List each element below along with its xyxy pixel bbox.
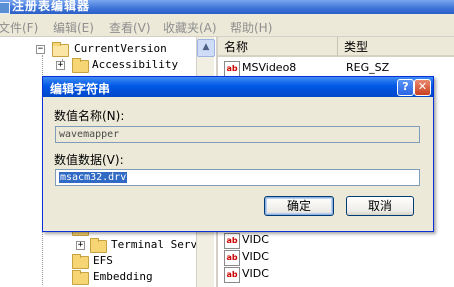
value-type: REG_SZ — [346, 61, 390, 74]
value-name-field: wavemapper — [55, 126, 420, 143]
tree-item-label: Accessibility — [92, 58, 179, 71]
tree-item-label: Embedding — [93, 270, 153, 283]
selected-value-text: msacm32.drv — [59, 172, 128, 183]
value-name: VIDC — [242, 233, 269, 246]
menu-help[interactable]: 帮助(H) — [230, 19, 272, 36]
string-value-icon: ab — [224, 233, 240, 249]
collapse-icon[interactable]: − — [36, 45, 45, 54]
tree-item-label: CurrentVersion — [74, 42, 167, 55]
menu-edit[interactable]: 编辑(E) — [53, 19, 94, 36]
value-data-label: 数值数据(V): — [54, 153, 124, 167]
value-name: MSVideo8 — [242, 61, 297, 74]
folder-icon — [72, 58, 89, 73]
string-value-icon: ab — [224, 61, 240, 77]
help-icon[interactable]: ? — [397, 79, 414, 96]
value-name: VIDC — [242, 267, 269, 280]
dialog-title: 编辑字符串 — [50, 82, 111, 96]
string-value-icon: ab — [224, 250, 240, 266]
ok-button[interactable]: 确定 — [264, 196, 334, 216]
folder-icon — [90, 238, 107, 253]
menu-favorites[interactable]: 收藏夹(A) — [163, 19, 217, 36]
column-header-name[interactable]: 名称 — [218, 37, 338, 57]
expand-icon[interactable]: + — [56, 61, 65, 70]
value-name: VIDC — [242, 250, 269, 263]
folder-icon — [72, 270, 89, 285]
menu-view[interactable]: 查看(V) — [109, 19, 151, 36]
registry-app-icon — [0, 2, 10, 14]
cancel-button[interactable]: 取消 — [346, 196, 414, 216]
string-value-icon: ab — [224, 267, 240, 283]
edit-string-dialog: 编辑字符串 ? ✕ 数值名称(N): wavemapper 数值数据(V): m… — [42, 76, 434, 232]
value-data-field[interactable]: msacm32.drv — [55, 169, 420, 186]
registry-editor-titlebar: 注册表编辑器 — [0, 0, 454, 14]
registry-window-title: 注册表编辑器 — [12, 0, 91, 13]
folder-icon — [72, 254, 89, 269]
menu-file[interactable]: 文件(F) — [0, 19, 38, 36]
tree-item-label: EFS — [93, 254, 113, 267]
dialog-titlebar[interactable]: 编辑字符串 ? ✕ — [43, 77, 433, 97]
column-header-type[interactable]: 类型 — [338, 37, 454, 57]
expand-icon[interactable]: + — [76, 241, 85, 250]
close-icon[interactable]: ✕ — [414, 79, 431, 96]
scroll-up-icon[interactable]: ▲ — [197, 39, 215, 57]
menu-bar: 文件(F) 编辑(E) 查看(V) 收藏夹(A) 帮助(H) — [0, 14, 454, 37]
value-name-label: 数值名称(N): — [54, 109, 125, 123]
open-folder-icon — [52, 42, 69, 57]
tree-item-label: Terminal Serv — [111, 238, 198, 251]
